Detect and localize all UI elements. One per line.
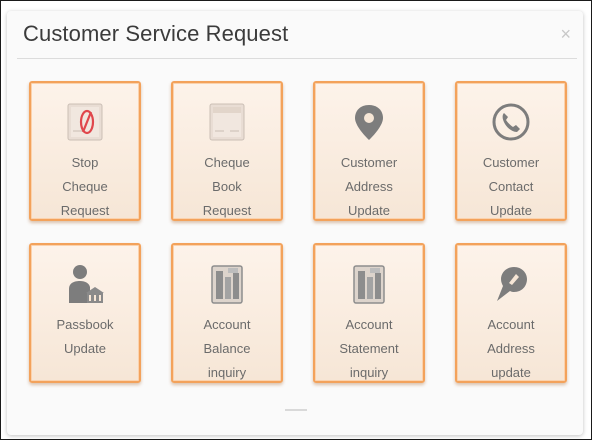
- stop-cheque-icon: [67, 103, 103, 141]
- close-icon[interactable]: ×: [560, 25, 571, 43]
- tile-label: Account Statement inquiry: [339, 317, 399, 380]
- dialog-title: Customer Service Request: [23, 21, 289, 46]
- tile-label: Passbook Update: [56, 317, 114, 356]
- balance-document-icon: [211, 265, 243, 304]
- customer-service-request-dialog: Customer Service Request × Stop Cheque R…: [7, 11, 583, 435]
- tile-passbook-update[interactable]: Passbook Update: [29, 243, 141, 383]
- tile-label: Stop Cheque Request: [60, 155, 110, 218]
- tile-account-balance-inquiry[interactable]: Account Balance inquiry: [171, 243, 283, 383]
- phone-icon: [492, 103, 530, 141]
- tile-account-statement-inquiry[interactable]: Account Statement inquiry: [313, 243, 425, 383]
- passbook-user-icon: [69, 265, 104, 303]
- address-pin-icon: [497, 267, 527, 301]
- tile-label: Cheque Book Request: [202, 155, 252, 218]
- tile-label: Account Address update: [487, 317, 535, 380]
- service-tile-grid: Stop Cheque Request Cheque Book Request: [29, 81, 567, 383]
- statement-document-icon: [353, 265, 385, 304]
- cheque-book-icon: [209, 103, 245, 141]
- tile-label: Customer Address Update: [340, 155, 398, 218]
- tile-account-address-update[interactable]: Account Address update: [455, 243, 567, 383]
- tile-customer-contact-update[interactable]: Customer Contact Update: [455, 81, 567, 221]
- tile-label: Account Balance inquiry: [203, 317, 251, 380]
- resize-handle[interactable]: [285, 409, 307, 411]
- tile-cheque-book-request[interactable]: Cheque Book Request: [171, 81, 283, 221]
- map-pin-icon: [355, 105, 383, 140]
- tile-label: Customer Contact Update: [482, 155, 540, 218]
- tile-customer-address-update[interactable]: Customer Address Update: [313, 81, 425, 221]
- screenshot-frame: Customer Service Request × Stop Cheque R…: [0, 0, 592, 440]
- tile-stop-cheque-request[interactable]: Stop Cheque Request: [29, 81, 141, 221]
- dialog-header: Customer Service Request ×: [17, 11, 577, 59]
